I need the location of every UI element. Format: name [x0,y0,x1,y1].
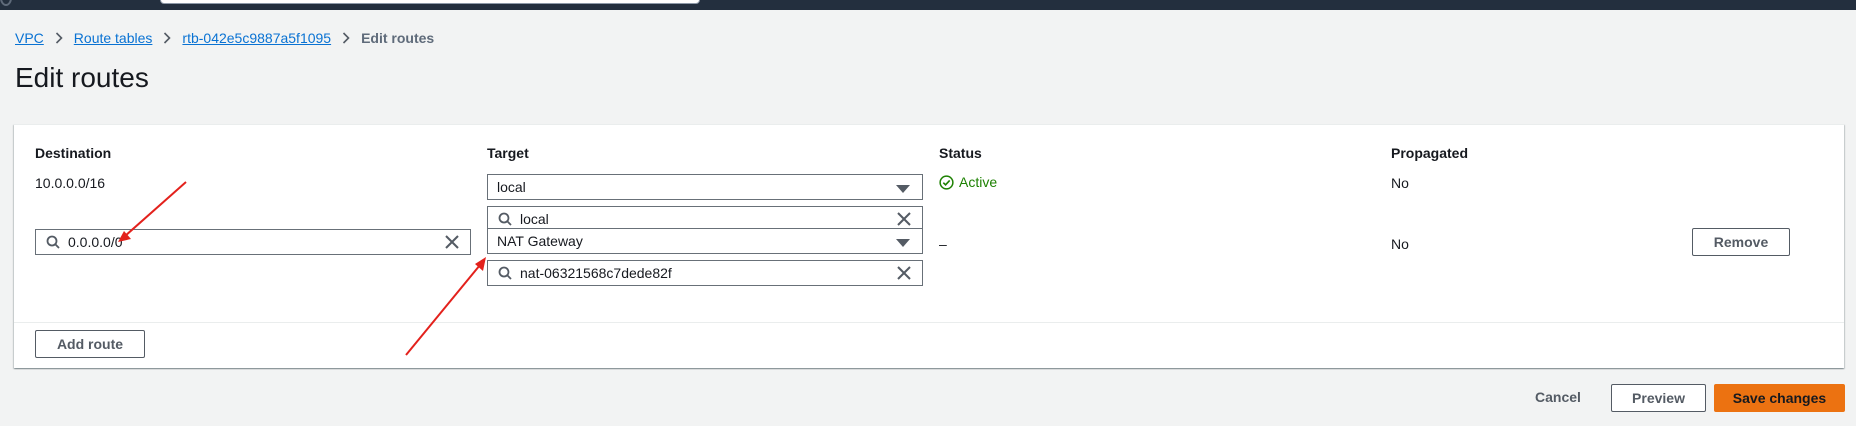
global-search-input[interactable] [160,0,700,4]
caret-down-icon [896,185,910,193]
target-type-select-value: NAT Gateway [497,233,583,249]
chevron-right-icon [152,28,182,48]
top-navigation-bar [0,0,1856,10]
clear-icon[interactable] [896,211,912,227]
check-circle-icon [939,174,954,190]
column-header-status: Status [939,145,982,161]
clear-icon[interactable] [896,265,912,281]
target-search-input[interactable] [520,263,884,283]
target-search-field[interactable] [487,260,923,286]
status-badge: Active [939,174,997,190]
column-header-propagated: Propagated [1391,145,1469,161]
breadcrumb: VPC Route tables rtb-042e5c9887a5f1095 E… [15,28,434,48]
target-type-select-value: local [497,179,526,195]
propagated-text: No [1391,175,1409,191]
target-search-input[interactable] [520,209,884,229]
breadcrumb-route-table-id[interactable]: rtb-042e5c9887a5f1095 [182,30,331,46]
save-changes-button[interactable]: Save changes [1714,384,1845,412]
search-icon [498,212,512,226]
breadcrumb-vpc[interactable]: VPC [15,30,44,46]
status-text: – [939,236,947,252]
column-header-target: Target [487,145,529,161]
column-header-destination: Destination [35,145,112,161]
status-text: Active [959,174,998,190]
remove-route-button[interactable]: Remove [1692,228,1790,256]
destination-input[interactable] [68,232,432,252]
destination-search-field[interactable] [35,229,471,255]
divider [14,322,1844,323]
target-type-select[interactable]: local [487,174,923,200]
breadcrumb-route-tables[interactable]: Route tables [74,30,153,46]
cancel-button[interactable]: Cancel [1535,389,1581,405]
routes-panel: Destination Target Status Propagated 10.… [14,124,1844,368]
aws-logo-icon[interactable] [0,0,12,6]
add-route-button[interactable]: Add route [35,330,145,358]
preview-button[interactable]: Preview [1611,384,1706,412]
chevron-right-icon [331,28,361,48]
breadcrumb-current: Edit routes [361,30,435,46]
route-destination-text: 10.0.0.0/16 [35,175,106,191]
page-title: Edit routes [15,62,149,93]
clear-icon[interactable] [444,234,460,250]
target-type-select[interactable]: NAT Gateway [487,228,923,254]
chevron-right-icon [44,28,74,48]
search-icon [498,266,512,280]
search-icon [46,235,60,249]
caret-down-icon [896,239,910,247]
propagated-text: No [1391,236,1409,252]
